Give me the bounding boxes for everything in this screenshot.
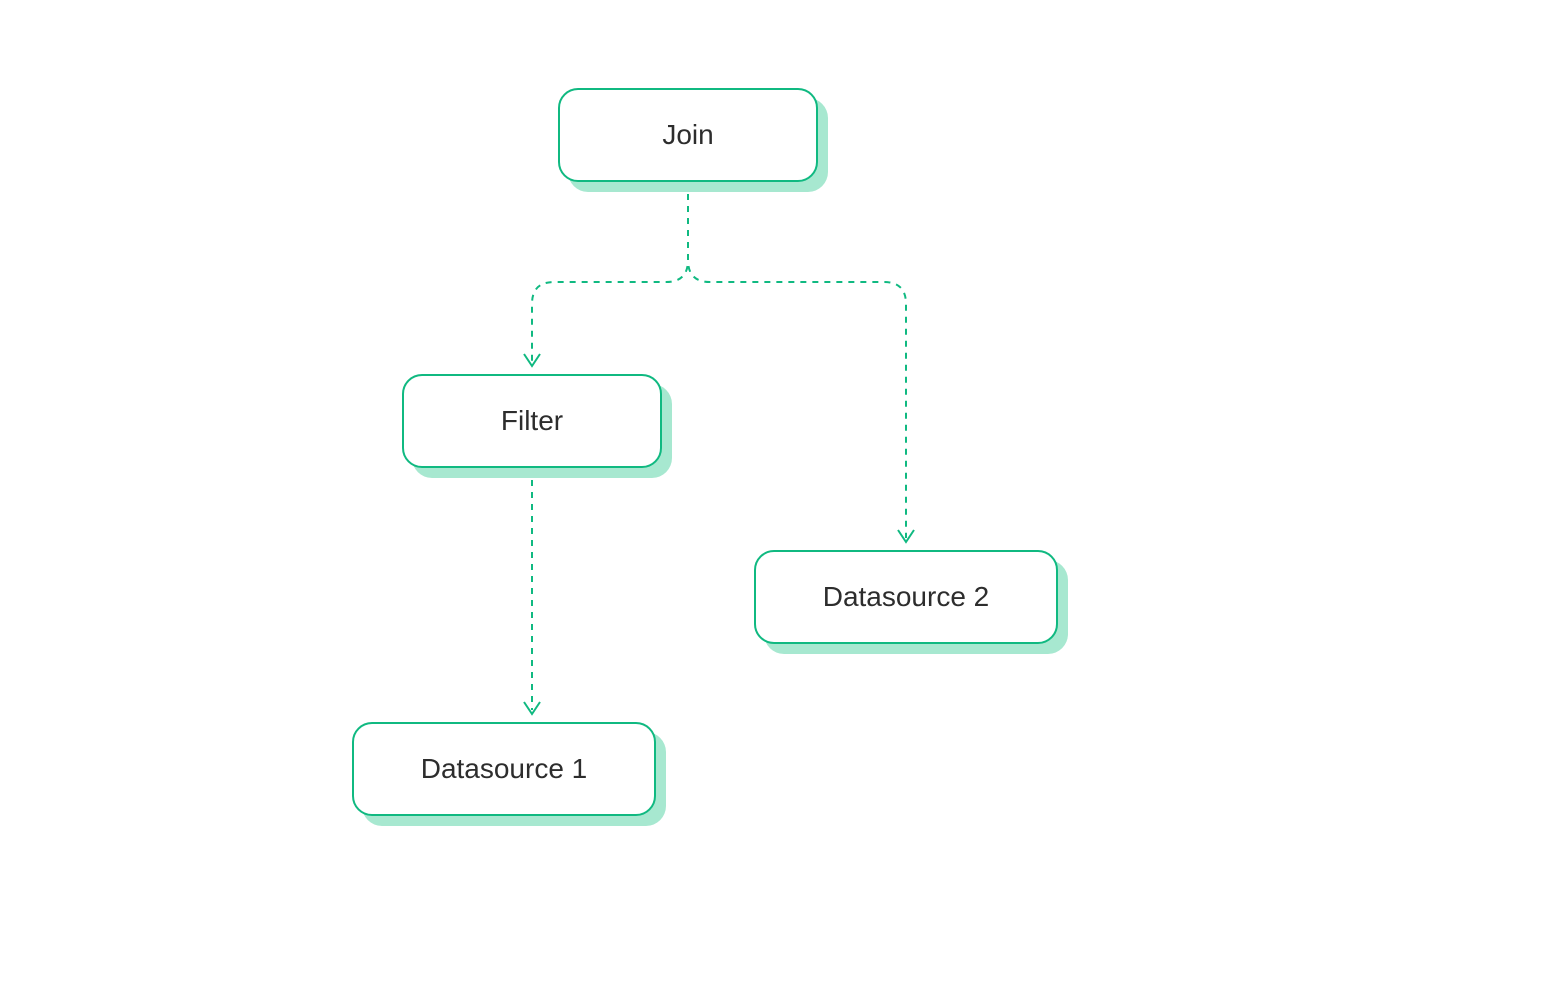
arrowhead-icon [898,530,914,542]
node-join[interactable]: Join [558,88,818,182]
node-label: Filter [501,405,563,437]
node-datasource2[interactable]: Datasource 2 [754,550,1058,644]
node-datasource1[interactable]: Datasource 1 [352,722,656,816]
node-label: Join [662,119,713,151]
node-label: Datasource 2 [823,581,990,613]
flow-diagram: Join Filter Datasource 1 Datasource 2 [0,0,1566,1002]
connector-join-to-datasource2 [688,182,906,538]
node-filter[interactable]: Filter [402,374,662,468]
arrowhead-icon [524,702,540,714]
connector-join-to-filter [532,182,688,362]
node-label: Datasource 1 [421,753,588,785]
arrowhead-icon [524,354,540,366]
